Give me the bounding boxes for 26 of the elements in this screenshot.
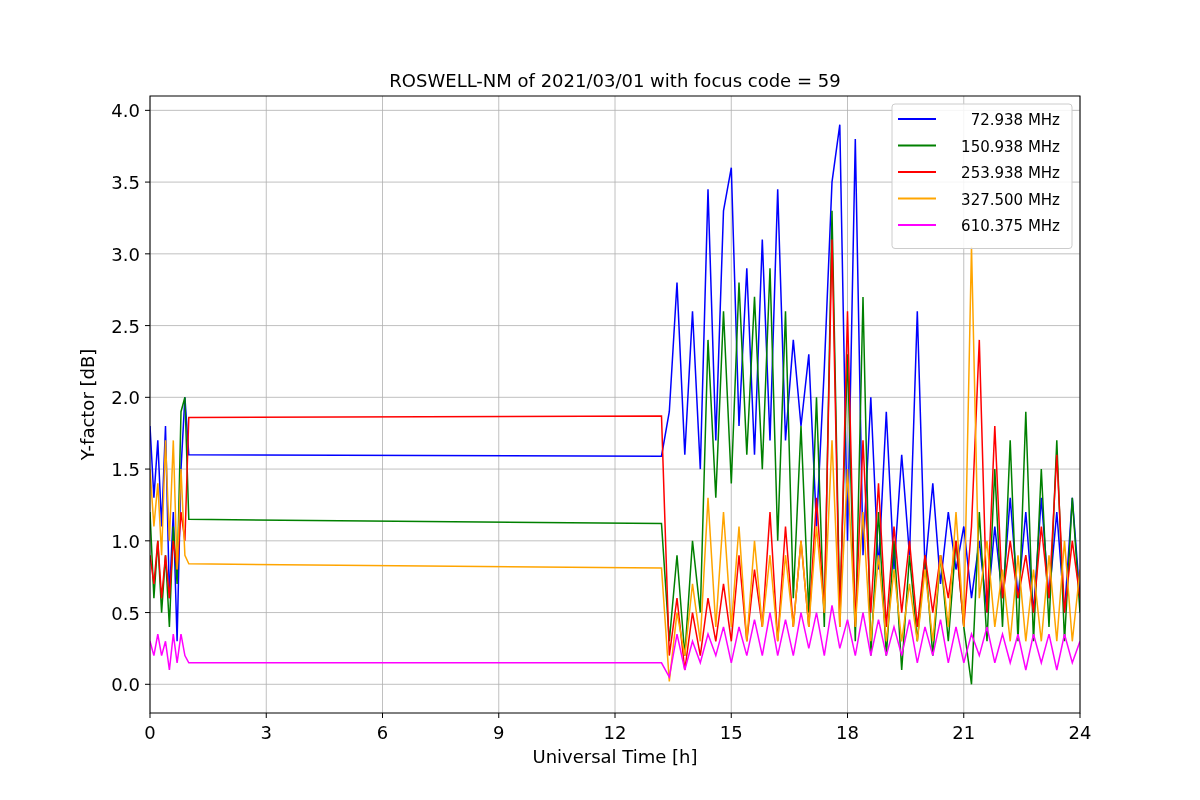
tick-label: 18 <box>836 722 859 743</box>
chart-title: ROSWELL-NM of 2021/03/01 with focus code = 59 <box>389 70 841 91</box>
tick-label: 0.5 <box>111 602 140 624</box>
tick-label: 21 <box>952 722 976 743</box>
tick-label: 3.0 <box>111 243 140 265</box>
legend-label: 327.500 MHz <box>961 190 1060 209</box>
legend-label: 253.938 MHz <box>961 164 1060 182</box>
tick-label: 0.0 <box>111 674 140 696</box>
legend-label: 610.375 MHz <box>961 217 1060 235</box>
tick-label: 3.5 <box>111 172 140 194</box>
legend-label: 150.938 MHz <box>961 137 1060 156</box>
axis-label: Universal Time [h] <box>532 746 698 767</box>
tick-label: 15 <box>719 722 743 743</box>
tick-label: 2.5 <box>111 315 140 337</box>
tick-label: 2.0 <box>111 387 140 409</box>
tick-label: 12 <box>603 722 627 743</box>
tick-label: 0 <box>144 722 156 743</box>
tick-label: 4.0 <box>111 100 140 122</box>
tick-label: 6 <box>376 722 389 743</box>
tick-label: 24 <box>1068 722 1092 743</box>
tick-label: 3 <box>260 722 272 743</box>
legend-label: 72.938 MHz <box>970 111 1060 129</box>
axis-label: Y-factor [dB] <box>77 348 98 461</box>
tick-label: 9 <box>493 722 505 743</box>
tick-label: 1.0 <box>111 530 140 552</box>
tick-label: 1.5 <box>111 459 140 481</box>
